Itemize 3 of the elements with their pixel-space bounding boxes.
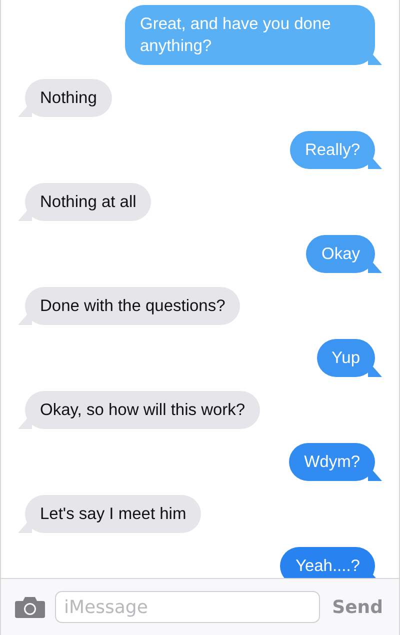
camera-icon[interactable] — [15, 596, 45, 618]
send-button[interactable]: Send — [330, 596, 385, 618]
message-field[interactable]: iMessage — [55, 591, 320, 623]
